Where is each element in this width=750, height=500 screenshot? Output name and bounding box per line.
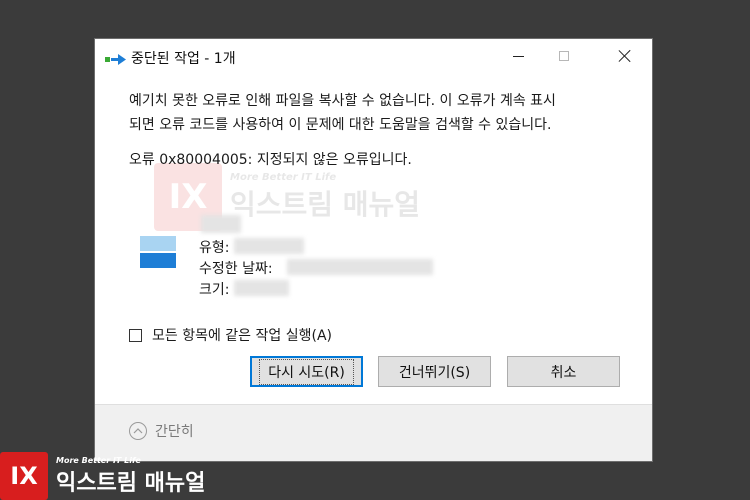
- retry-button[interactable]: 다시 시도(R): [250, 356, 363, 387]
- corner-watermark-tagline: More Better IT Life: [56, 455, 141, 465]
- corner-watermark-logo: IX: [0, 452, 48, 500]
- minimize-icon: [512, 55, 524, 57]
- file-type-icon: [140, 236, 176, 276]
- copy-arrow-icon: [105, 51, 127, 65]
- corner-watermark: IX More Better IT Life 익스트림 매뉴얼: [0, 452, 205, 500]
- minimize-button[interactable]: [495, 39, 541, 73]
- title-bar: 중단된 작업 - 1개: [95, 39, 652, 75]
- fewer-details-toggle[interactable]: 간단히: [129, 421, 194, 441]
- watermark-name: 익스트림 매뉴얼: [230, 187, 421, 221]
- background-watermark: IX More Better IT Life 익스트림 매뉴얼: [154, 163, 420, 231]
- dialog-title: 중단된 작업 - 1개: [131, 51, 236, 67]
- apply-to-all-label: 모든 항목에 같은 작업 실행(A): [152, 328, 332, 344]
- file-modified-label: 수정한 날짜:: [199, 261, 273, 277]
- retry-button-label: 다시 시도(R): [259, 358, 354, 385]
- close-icon: [618, 49, 632, 63]
- cancel-button[interactable]: 취소: [507, 356, 620, 387]
- file-name-redacted: [201, 215, 241, 233]
- file-size-label: 크기:: [199, 282, 230, 298]
- apply-to-all-checkbox-row[interactable]: 모든 항목에 같은 작업 실행(A): [129, 325, 332, 345]
- close-button[interactable]: [602, 39, 648, 73]
- skip-button[interactable]: 건너뛰기(S): [378, 356, 491, 387]
- fewer-details-label: 간단히: [155, 424, 194, 440]
- error-message: 예기치 못한 오류로 인해 파일을 복사할 수 없습니다. 이 오류가 계속 표…: [129, 89, 624, 137]
- copy-error-dialog: 중단된 작업 - 1개 IX More Better IT Life 익스트림 …: [94, 38, 653, 462]
- file-type-redacted: [234, 238, 304, 254]
- error-message-line-1: 예기치 못한 오류로 인해 파일을 복사할 수 없습니다. 이 오류가 계속 표…: [129, 93, 556, 109]
- error-message-line-2: 되면 오류 코드를 사용하여 이 문제에 대한 도움말을 검색할 수 있습니다.: [129, 117, 552, 133]
- maximize-icon: [559, 51, 569, 61]
- file-size-redacted: [234, 280, 289, 296]
- apply-to-all-checkbox[interactable]: [129, 328, 142, 342]
- file-type-label: 유형:: [199, 240, 230, 256]
- error-code: 오류 0x80004005: 지정되지 않은 오류입니다.: [129, 152, 412, 168]
- chevron-up-icon: [129, 422, 147, 440]
- watermark-tagline: More Better IT Life: [230, 171, 337, 183]
- corner-watermark-name: 익스트림 매뉴얼: [56, 470, 206, 496]
- file-modified-redacted: [287, 259, 433, 275]
- maximize-button[interactable]: [541, 39, 587, 73]
